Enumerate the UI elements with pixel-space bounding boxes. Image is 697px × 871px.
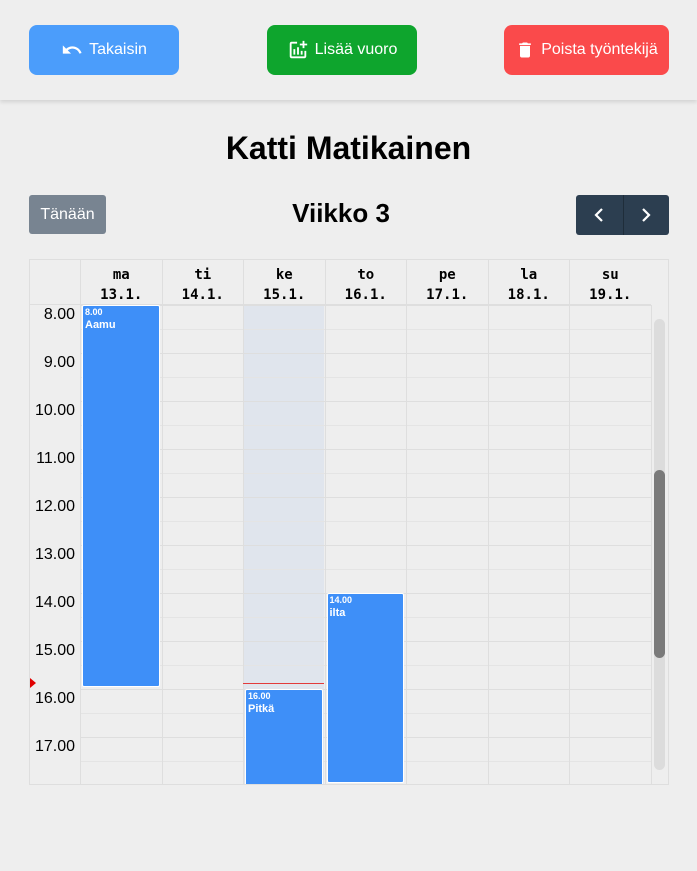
week-navigation (576, 195, 669, 235)
day-header-ke: ke 15.1. (243, 260, 325, 305)
hour-gridline (80, 353, 651, 354)
delete-employee-button[interactable]: Poista työntekijä (504, 25, 669, 75)
day-header-pe: pe 17.1. (406, 260, 488, 305)
half-hour-gridline (80, 425, 651, 426)
day-name: su (601, 267, 619, 283)
undo-arrow-icon (62, 45, 82, 54)
day-date: 15.1. (263, 287, 306, 303)
day-name: ti (194, 267, 212, 283)
time-label: 17.00 (34, 738, 75, 755)
shift-event-time: 16.00 (248, 691, 271, 701)
shift-event-title: Pitkä (248, 703, 275, 715)
half-hour-gridline (80, 329, 651, 330)
add-chart-icon (289, 40, 307, 59)
day-date: 13.1. (100, 287, 143, 303)
time-label: 8.00 (43, 306, 75, 323)
shift-event-title: Aamu (85, 319, 116, 331)
shift-event-time: 8.00 (85, 307, 103, 317)
current-time-line (243, 683, 324, 684)
day-name: ma (112, 267, 130, 283)
shift-event-time: 14.00 (329, 595, 353, 605)
day-name: pe (438, 267, 456, 283)
week-title: Viikko 3 (292, 198, 390, 228)
half-hour-gridline (80, 521, 651, 522)
time-label: 9.00 (43, 354, 75, 371)
shift-event-title: ilta (329, 607, 346, 619)
day-header-ma: ma 13.1. (80, 260, 162, 305)
day-header-la: la 18.1. (487, 260, 570, 305)
day-column-divider (487, 305, 489, 784)
add-shift-button[interactable]: Lisää vuoro (267, 25, 417, 75)
time-label: 16.00 (34, 690, 75, 707)
day-name: ke (275, 267, 293, 283)
day-column-divider (80, 305, 81, 784)
delete-employee-button-label: Poista työntekijä (541, 41, 658, 58)
shift-event[interactable]: 16.00 Pitkä (245, 689, 323, 784)
time-label: 14.00 (34, 594, 75, 611)
day-column-divider (161, 305, 163, 784)
calendar-scrollbar-thumb[interactable] (654, 470, 665, 658)
day-date: 14.1. (181, 287, 224, 303)
day-column-divider (406, 305, 407, 784)
week-calendar: ma 13.1. ti 14.1. ke 15.1. to 16.1. pe 17.1. la 18.… (29, 259, 669, 785)
day-header-su: su 19.1. (569, 260, 651, 305)
chevron-left-icon (594, 208, 604, 222)
hour-gridline (80, 401, 651, 402)
day-date: 18.1. (507, 287, 550, 303)
time-label: 10.00 (34, 402, 75, 419)
next-week-button[interactable] (622, 195, 670, 235)
chevron-right-icon (642, 208, 651, 222)
trash-icon (519, 42, 532, 58)
day-name: la (520, 267, 538, 283)
day-column-divider (650, 305, 652, 784)
shift-event[interactable]: 14.00 ilta (326, 593, 404, 783)
previous-week-button[interactable] (576, 195, 623, 235)
time-label: 13.00 (34, 546, 75, 563)
today-button[interactable]: Tänään (29, 195, 106, 234)
half-hour-gridline (80, 473, 651, 474)
hour-gridline (80, 449, 651, 450)
day-header-ti: ti 14.1. (161, 260, 244, 305)
calendar-time-grid[interactable]: 8.00 9.00 10.00 11.00 12.00 13.00 14.00 15.00 16… (30, 305, 652, 784)
day-name: to (357, 267, 375, 283)
day-column-divider (243, 305, 244, 784)
day-header-to: to 16.1. (324, 260, 407, 305)
shift-event[interactable]: 8.00 Aamu (82, 305, 160, 687)
back-button[interactable]: Takaisin (29, 25, 179, 75)
half-hour-gridline (80, 569, 651, 570)
time-label: 15.00 (34, 642, 75, 659)
time-label: 12.00 (34, 498, 75, 515)
day-column-divider (569, 305, 570, 784)
calendar-day-header: ma 13.1. ti 14.1. ke 15.1. to 16.1. pe 17.1. la 18.… (30, 260, 651, 305)
hour-gridline (80, 497, 651, 498)
day-column-divider (324, 305, 326, 784)
day-date: 19.1. (589, 287, 632, 303)
half-hour-gridline (80, 377, 651, 378)
current-time-marker (30, 678, 36, 688)
top-toolbar: Takaisin Lisää vuoro Poista työntekijä (0, 0, 697, 100)
hour-gridline (80, 305, 651, 306)
time-label: 11.00 (36, 450, 75, 467)
day-date: 17.1. (426, 287, 469, 303)
add-shift-button-label: Lisää vuoro (314, 41, 398, 58)
employee-name: Katti Matikainen (225, 130, 472, 166)
day-date: 16.1. (344, 287, 387, 303)
hour-gridline (80, 545, 651, 546)
back-button-label: Takaisin (89, 41, 147, 58)
